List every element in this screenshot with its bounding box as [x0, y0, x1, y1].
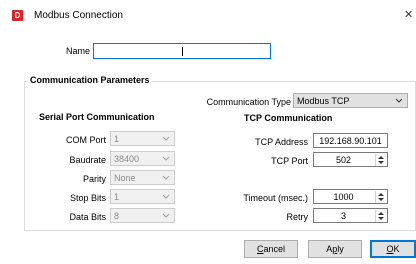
- spin-arrows-icon[interactable]: [375, 191, 386, 203]
- parity-dropdown[interactable]: None: [110, 170, 175, 185]
- app-logo-icon: D: [12, 10, 23, 21]
- communication-type-value: Modbus TCP: [297, 96, 350, 106]
- cancel-button[interactable]: Cancel: [244, 240, 298, 258]
- chevron-down-icon: [162, 156, 170, 161]
- data-bits-value: 8: [114, 211, 120, 221]
- retry-label: Retry: [286, 212, 308, 222]
- tcp-port-value: 502: [335, 155, 352, 165]
- data-bits-label: Data Bits: [69, 212, 106, 222]
- baudrate-label: Baudrate: [69, 155, 106, 165]
- stop-bits-value: 1: [114, 192, 120, 202]
- parity-label: Parity: [82, 174, 106, 184]
- cancel-label: ancel: [263, 244, 285, 254]
- name-input[interactable]: [93, 43, 271, 59]
- timeout-stepper[interactable]: 1000: [313, 189, 388, 204]
- chevron-down-icon: [162, 136, 170, 141]
- com-port-label: COM Port: [65, 135, 106, 145]
- tcp-port-label: TCP Port: [271, 156, 308, 166]
- ok-button[interactable]: OK: [370, 240, 416, 258]
- communication-parameters-title: Communication Parameters: [28, 75, 152, 85]
- tcp-address-value: 192.168.90.101: [319, 136, 382, 146]
- baudrate-value: 38400: [114, 154, 140, 164]
- data-bits-dropdown[interactable]: 8: [110, 208, 175, 223]
- name-label: Name: [66, 46, 91, 56]
- retry-stepper[interactable]: 3: [313, 208, 388, 223]
- com-port-dropdown[interactable]: 1: [110, 131, 175, 146]
- baudrate-dropdown[interactable]: 38400: [110, 151, 175, 166]
- title-bar: D Modbus Connection ✕: [0, 0, 416, 32]
- chevron-down-icon: [162, 194, 170, 199]
- close-icon[interactable]: ✕: [404, 8, 416, 22]
- text-caret: [182, 47, 183, 56]
- window-title: Modbus Connection: [34, 10, 123, 21]
- timeout-label: Timeout (msec.): [243, 193, 308, 203]
- communication-type-label: Communication Type: [206, 97, 291, 107]
- chevron-down-icon: [162, 213, 170, 218]
- serial-port-title-line: [35, 118, 37, 119]
- stop-bits-label: Stop Bits: [69, 193, 106, 203]
- apply-button[interactable]: Aply: [308, 240, 362, 258]
- com-port-value: 1: [114, 134, 120, 144]
- stop-bits-dropdown[interactable]: 1: [110, 189, 175, 204]
- ok-label: K: [393, 244, 400, 254]
- serial-port-title: Serial Port Communication: [37, 112, 157, 122]
- tcp-communication-title: TCP Communication: [242, 113, 335, 123]
- retry-value: 3: [340, 211, 346, 221]
- tcp-address-label: TCP Address: [255, 137, 308, 147]
- chevron-down-icon: [395, 98, 403, 103]
- tcp-address-input[interactable]: 192.168.90.101: [313, 133, 388, 148]
- chevron-down-icon: [162, 175, 170, 180]
- apply-label: ly: [337, 244, 344, 254]
- spin-arrows-icon[interactable]: [375, 154, 386, 166]
- tcp-port-stepper[interactable]: 502: [313, 152, 388, 167]
- communication-type-dropdown[interactable]: Modbus TCP: [293, 93, 408, 108]
- ok-mnemonic: O: [386, 244, 394, 254]
- timeout-value: 1000: [333, 192, 354, 202]
- spin-arrows-icon[interactable]: [375, 210, 386, 222]
- parity-value: None: [114, 173, 136, 183]
- modbus-connection-dialog: D Modbus Connection ✕ Name Communication…: [0, 0, 416, 264]
